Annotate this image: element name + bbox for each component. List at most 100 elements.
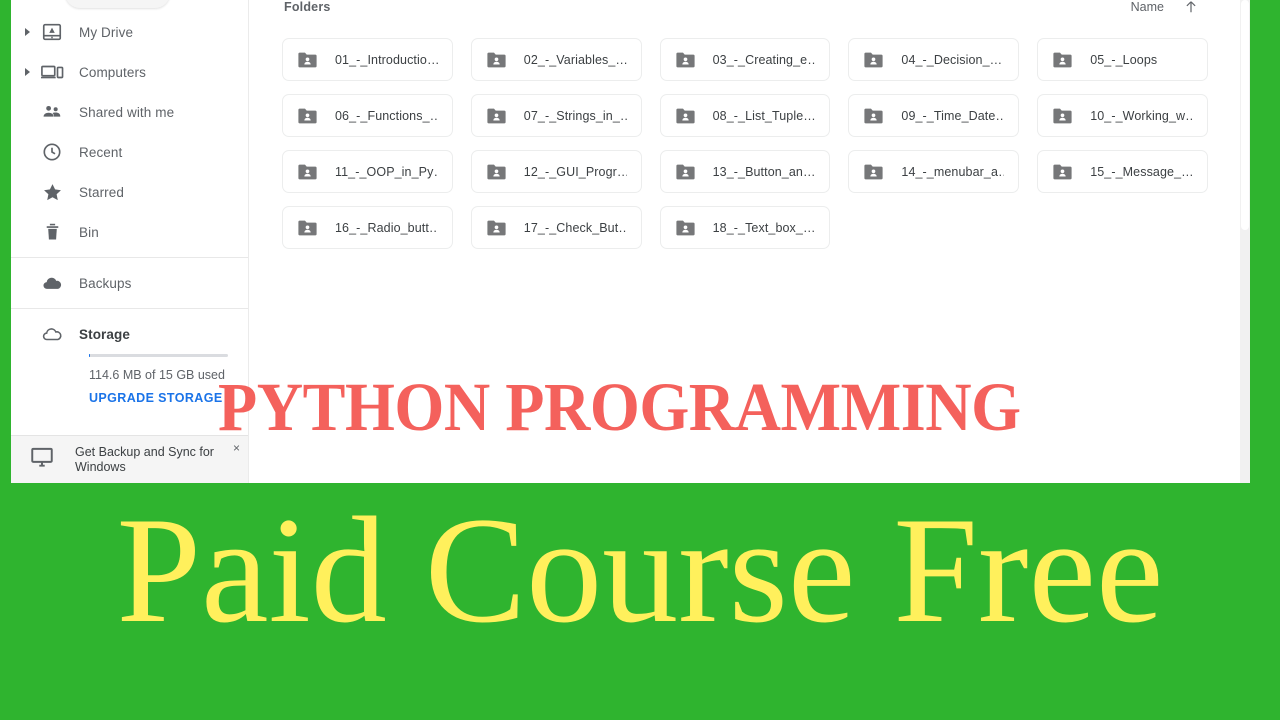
folder-card[interactable]: 04_-_Decision_… [848, 38, 1020, 81]
folder-card[interactable]: 16_-_Radio_butt… [282, 206, 453, 249]
folder-name: 06_-_Functions_… [335, 108, 438, 123]
folder-shared-icon [1052, 163, 1074, 181]
folder-card[interactable]: 11_-_OOP_in_Py… [282, 150, 453, 193]
folder-name: 18_-_Text_box_… [712, 220, 816, 235]
scrollbar-thumb[interactable] [1241, 0, 1249, 230]
sidebar-item-label: My Drive [79, 24, 134, 40]
folder-name: 01_-_Introductio… [335, 52, 438, 67]
sidebar-divider-backups [11, 257, 248, 258]
sidebar-item-label: Computers [79, 64, 146, 80]
trash-icon [37, 220, 67, 244]
folder-card[interactable]: 14_-_menubar_a… [848, 150, 1020, 193]
folder-shared-icon [1052, 107, 1074, 125]
sidebar-item-bin[interactable]: Bin [11, 212, 248, 252]
content-header: Folders Name [274, 0, 1216, 26]
folder-card[interactable]: 01_-_Introductio… [282, 38, 453, 81]
folder-name: 04_-_Decision_… [901, 52, 1003, 67]
sidebar: My Drive Computers Shared with me Recent Sta… [11, 0, 249, 483]
monitor-icon [29, 444, 61, 475]
folder-card[interactable]: 06_-_Functions_… [282, 94, 453, 137]
caret-placeholder [21, 275, 37, 291]
people-icon [37, 100, 67, 124]
folder-shared-icon [486, 163, 508, 181]
folder-card[interactable]: 05_-_Loops [1037, 38, 1208, 81]
folder-name: 15_-_Message_… [1090, 164, 1193, 179]
star-icon [37, 180, 67, 204]
folder-name: 03_-_Creating_e… [712, 52, 816, 67]
sidebar-item-starred[interactable]: Starred [11, 172, 248, 212]
upgrade-storage-link[interactable]: UPGRADE STORAGE [89, 391, 248, 405]
sidebar-item-label: Bin [79, 224, 99, 240]
caret-placeholder [21, 224, 37, 240]
sidebar-nav-list: My Drive Computers Shared with me Recent Sta… [11, 12, 248, 303]
folder-shared-icon [675, 219, 697, 237]
folder-name: 02_-_Variables_… [523, 52, 627, 67]
storage-progress-bar [89, 354, 228, 357]
folder-shared-icon [1052, 51, 1074, 69]
folder-shared-icon [675, 51, 697, 69]
folder-card[interactable]: 17_-_Check_But… [470, 206, 642, 249]
backup-sync-promo-text: Get Backup and Sync for Windows [75, 444, 214, 474]
sidebar-item-storage[interactable]: Storage [11, 314, 248, 354]
folder-card[interactable]: 10_-_Working_w… [1037, 94, 1208, 137]
backup-sync-promo[interactable]: Get Backup and Sync for Windows × [11, 435, 248, 483]
sidebar-item-label: Recent [79, 144, 123, 160]
folder-name: 09_-_Time_Date… [901, 108, 1005, 123]
sidebar-item-recent[interactable]: Recent [11, 132, 248, 172]
folder-shared-icon [863, 51, 885, 69]
folder-card[interactable]: 08_-_List_Tuple… [659, 94, 831, 137]
storage-used-text: 114.6 MB of 15 GB used [89, 368, 225, 382]
folder-shared-icon [297, 163, 319, 181]
arrow-up-icon[interactable] [1182, 0, 1200, 16]
sort-control[interactable]: Name [1131, 0, 1200, 16]
folder-name: 13_-_Button_an… [712, 164, 816, 179]
screen-root: My Drive Computers Shared with me Recent Sta… [0, 0, 1280, 720]
google-drive-app: My Drive Computers Shared with me Recent Sta… [11, 0, 1250, 483]
folder-card[interactable]: 07_-_Strings_in_… [470, 94, 642, 137]
folders-section-label: Folders [284, 0, 331, 14]
chevron-right-icon[interactable] [21, 64, 37, 80]
folder-shared-icon [486, 51, 508, 69]
sidebar-item-shared-with-me[interactable]: Shared with me [11, 92, 248, 132]
sidebar-item-computers[interactable]: Computers [11, 52, 248, 92]
folder-shared-icon [863, 163, 885, 181]
overlay-subtitle-paid-course-free: Paid Course Free [116, 486, 1164, 654]
storage-section: Storage 114.6 MB of 15 GB used UPGRADE S… [11, 314, 248, 411]
folder-name: 16_-_Radio_butt… [335, 220, 438, 235]
folder-shared-icon [297, 219, 319, 237]
folder-card[interactable]: 09_-_Time_Date… [848, 94, 1020, 137]
folder-shared-icon [297, 107, 319, 125]
folder-shared-icon [675, 163, 697, 181]
folder-card[interactable]: 13_-_Button_an… [659, 150, 831, 193]
sidebar-divider-storage [11, 308, 248, 309]
folder-card[interactable]: 12_-_GUI_Progr… [470, 150, 642, 193]
folder-shared-icon [675, 107, 697, 125]
folder-grid: 01_-_Introductio… 02_-_Variables_… 03_-_Cr… [274, 26, 1216, 249]
folder-shared-icon [297, 51, 319, 69]
main-content: Folders Name 01_-_Introductio… 02_-_Varia… [250, 0, 1240, 483]
folder-name: 17_-_Check_But… [523, 220, 627, 235]
folder-shared-icon [486, 107, 508, 125]
folder-card[interactable]: 15_-_Message_… [1037, 150, 1208, 193]
new-button[interactable] [65, 0, 170, 8]
chevron-right-icon[interactable] [21, 24, 37, 40]
folder-name: 08_-_List_Tuple… [712, 108, 816, 123]
caret-placeholder [21, 144, 37, 160]
sidebar-item-backups[interactable]: Backups [11, 263, 248, 303]
folder-card[interactable]: 02_-_Variables_… [470, 38, 642, 81]
computer-icon [37, 60, 67, 84]
cloud-outline-icon [37, 322, 67, 346]
folder-name: 12_-_GUI_Progr… [523, 164, 627, 179]
folder-card[interactable]: 03_-_Creating_e… [659, 38, 831, 81]
folder-name: 14_-_menubar_a… [901, 164, 1005, 179]
clock-icon [37, 140, 67, 164]
sidebar-item-my-drive[interactable]: My Drive [11, 12, 248, 52]
sort-label: Name [1130, 0, 1164, 14]
folder-shared-icon [863, 107, 885, 125]
vertical-scrollbar[interactable] [1240, 0, 1250, 483]
close-icon[interactable]: × [233, 442, 240, 454]
folder-shared-icon [486, 219, 508, 237]
folder-card[interactable]: 18_-_Text_box_… [659, 206, 831, 249]
sidebar-item-label: Backups [79, 275, 132, 291]
sidebar-item-label: Starred [79, 184, 124, 200]
